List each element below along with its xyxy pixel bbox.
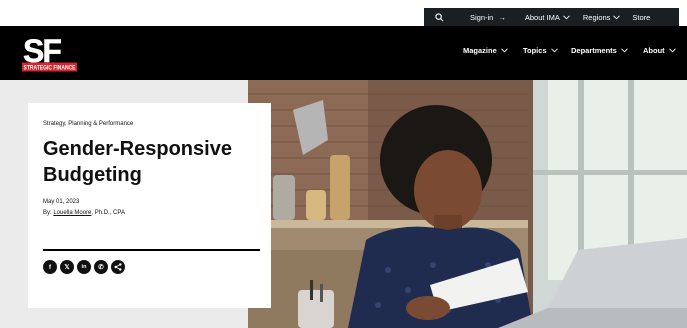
- article-title: Gender-Responsive Budgeting: [43, 138, 232, 186]
- regions-label: Regions: [582, 12, 611, 22]
- linkedin-icon: in: [81, 264, 87, 270]
- nav-departments[interactable]: Departments: [571, 46, 628, 55]
- article-date: May 01, 2023: [43, 199, 80, 205]
- chevron-down-icon: [563, 14, 570, 19]
- sign-in-label: Sign-in: [470, 12, 494, 22]
- store-label: Store: [632, 12, 651, 22]
- article-category[interactable]: Strategy, Planning & Performance: [43, 121, 133, 127]
- search-button[interactable]: [424, 8, 454, 26]
- nav-about[interactable]: About: [643, 46, 676, 55]
- utility-strip: Sign-in → About IMA Regions Store: [424, 8, 679, 26]
- chevron-down-icon: [621, 48, 628, 53]
- about-ima-dropdown[interactable]: About IMA: [525, 13, 570, 22]
- chevron-down-icon: [613, 14, 621, 19]
- nav-magazine-label: Magazine: [463, 46, 497, 55]
- whatsapp-icon: ✆: [98, 264, 104, 271]
- whatsapp-share-button[interactable]: ✆: [94, 260, 108, 274]
- linkedin-share-button[interactable]: in: [77, 260, 91, 274]
- author-credentials: , Ph.D., CPA: [91, 210, 125, 216]
- facebook-share-button[interactable]: f: [43, 260, 57, 274]
- chevron-down-icon: [500, 48, 508, 53]
- x-icon: 𝕏: [64, 264, 70, 271]
- author-link[interactable]: Louella Moore: [53, 210, 91, 216]
- chevron-down-icon: [668, 48, 676, 53]
- arrow-right-icon: →: [498, 12, 506, 22]
- about-ima-label: About IMA: [524, 12, 560, 22]
- logo-wordmark: STRATEGIC FINANCE: [24, 65, 76, 71]
- article-card: Strategy, Planning & Performance Gender-…: [28, 103, 271, 308]
- nav-topics-label: Topics: [523, 46, 547, 55]
- strategic-finance-logo[interactable]: SF STRATEGIC FINANCE: [22, 33, 78, 73]
- share-icon: [114, 263, 122, 271]
- byline-prefix: By:: [43, 210, 54, 216]
- generic-share-button[interactable]: [111, 260, 125, 274]
- nav-magazine[interactable]: Magazine: [463, 46, 508, 55]
- chevron-down-icon: [550, 48, 558, 53]
- hero-photo: [248, 80, 687, 328]
- share-buttons: f 𝕏 in ✆: [43, 260, 125, 274]
- sign-in-link[interactable]: Sign-in →: [470, 13, 506, 22]
- nav-about-label: About: [643, 46, 665, 55]
- main-nav: SF STRATEGIC FINANCE Magazine Topics Dep…: [0, 26, 687, 80]
- store-link[interactable]: Store: [632, 13, 650, 22]
- divider: [43, 249, 260, 251]
- x-share-button[interactable]: 𝕏: [60, 260, 74, 274]
- search-icon: [434, 12, 443, 21]
- nav-topics[interactable]: Topics: [523, 46, 558, 55]
- utility-bar: Sign-in → About IMA Regions Store: [0, 8, 687, 26]
- facebook-icon: f: [48, 263, 52, 271]
- nav-departments-label: Departments: [571, 46, 617, 55]
- regions-dropdown[interactable]: Regions: [583, 13, 621, 22]
- article-byline: By: Louella Moore, Ph.D., CPA: [43, 210, 125, 216]
